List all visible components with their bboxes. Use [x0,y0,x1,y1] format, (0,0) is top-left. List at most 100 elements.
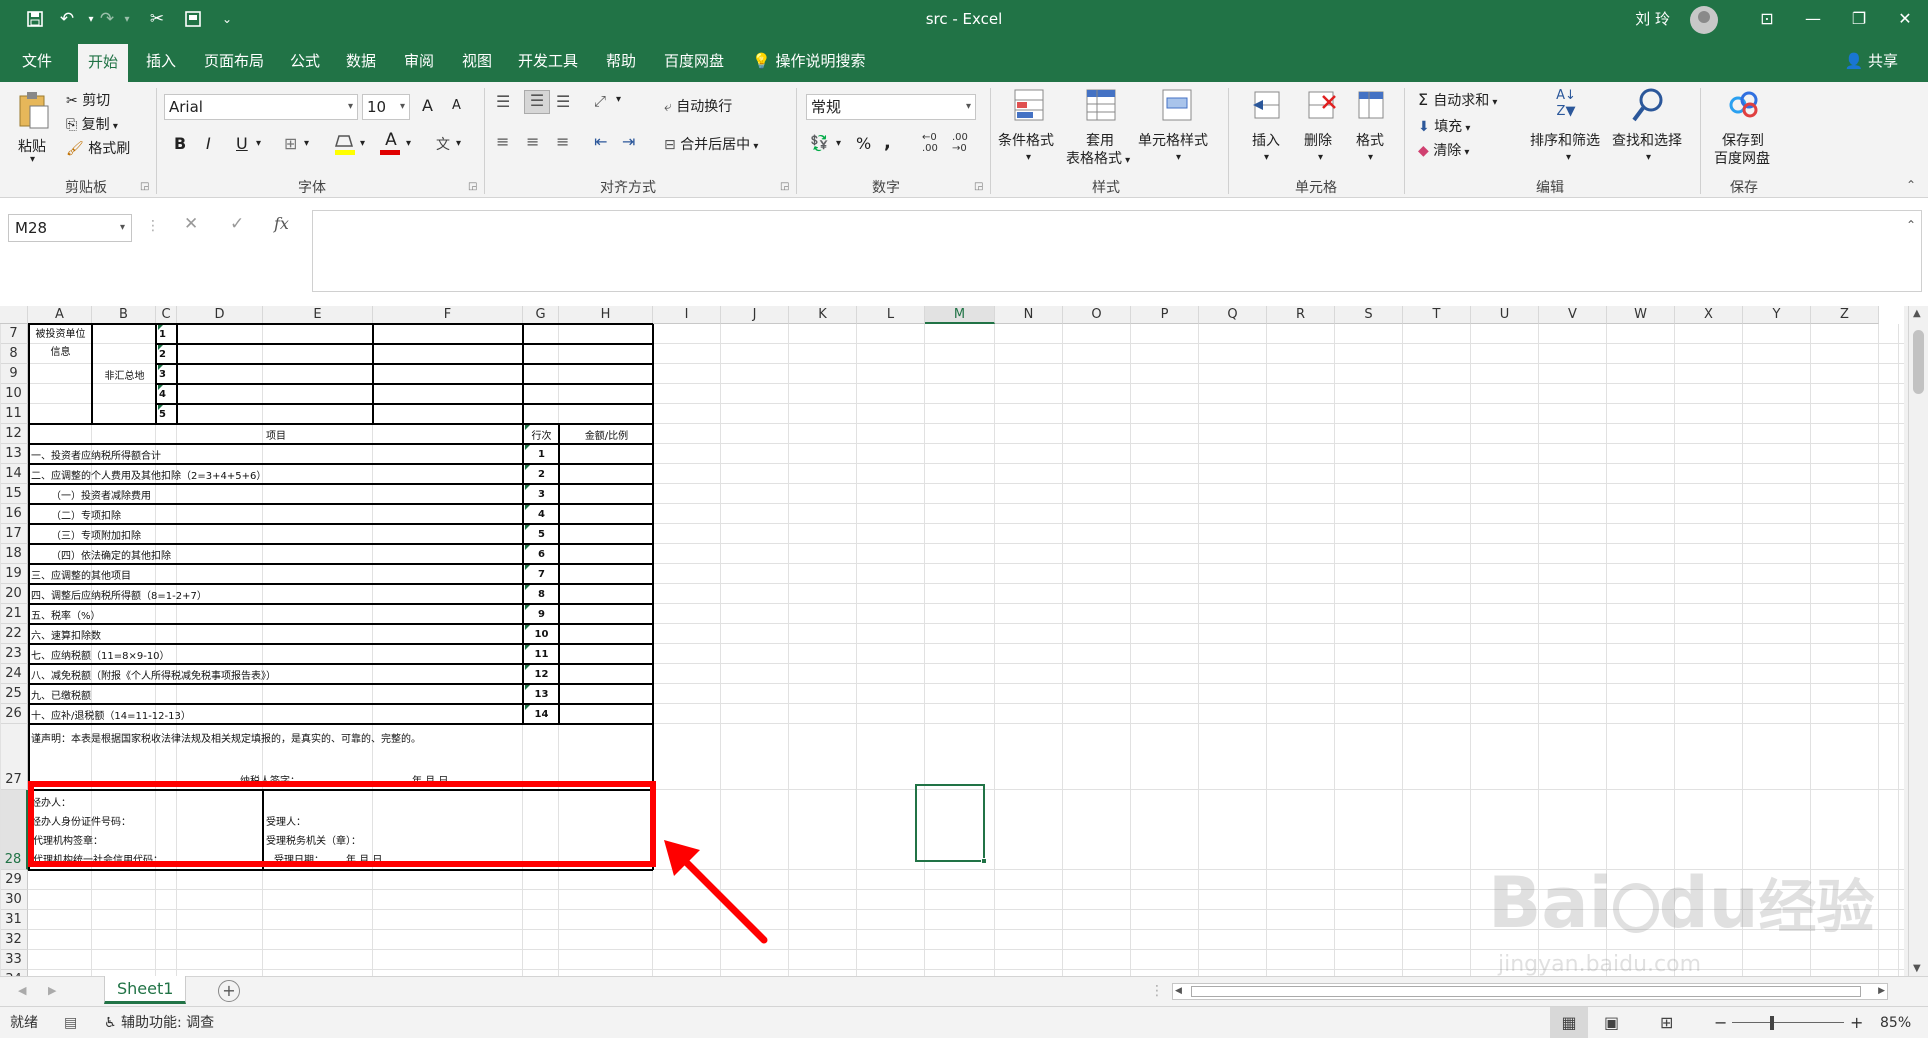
phonetic-icon[interactable]: 文 [436,134,450,154]
merge-center-button[interactable]: ⊟ 合并后居中 ▾ [664,134,758,154]
accessibility-status[interactable]: ♿ 辅助功能: 调查 [104,1007,214,1038]
zoom-out-icon[interactable]: − [1714,1007,1727,1038]
row-header-30[interactable]: 30 [0,890,28,910]
format-cells-icon[interactable] [1354,88,1388,126]
baidu-netdisk-icon[interactable] [1726,88,1762,124]
align-middle-icon[interactable]: ☰ [524,90,550,114]
fill-button[interactable]: ⬇ 填充 ▾ [1418,116,1470,136]
page-layout-view-icon[interactable]: ▣ [1604,1007,1619,1038]
horizontal-scroll-thumb[interactable] [1191,986,1861,997]
align-bottom-icon[interactable]: ☰ [556,92,570,111]
expand-formula-bar-icon[interactable]: ⌃ [1906,218,1916,232]
insert-cells-button[interactable]: 插入 [1252,130,1280,150]
ribbon-display-icon[interactable]: ⊡ [1744,0,1790,38]
tab-page-layout[interactable]: 页面布局 [194,46,274,76]
clipboard-launcher-icon[interactable]: ◲ [140,181,149,192]
percent-button[interactable]: % [856,134,871,153]
user-name[interactable]: 刘 玲 [1635,0,1670,38]
number-format-combobox[interactable]: 常规 ▾ [806,94,976,120]
worksheet-grid[interactable]: ABCDEFGHIJKLMNOPQRSTUVWXYZ 7 8 9 10 11 12 13 14… [0,306,1908,976]
tab-file[interactable]: 文件 [12,46,62,76]
currency-icon[interactable]: 💱 [810,134,829,152]
tab-view[interactable]: 视图 [452,46,502,76]
find-select-icon[interactable] [1630,86,1666,126]
sort-filter-icon[interactable]: A↓ Z▼ [1548,88,1584,126]
column-header-k[interactable]: K [789,306,857,324]
autosum-button[interactable]: Σ 自动求和 ▾ [1418,90,1497,110]
insert-cells-icon[interactable] [1250,88,1284,126]
row-header-33[interactable]: 33 [0,950,28,970]
currency-dropdown-icon[interactable]: ▾ [836,138,841,149]
vertical-scroll-thumb[interactable] [1913,330,1924,394]
column-header-e[interactable]: E [263,306,373,324]
column-header-a[interactable]: A [28,306,92,324]
column-header-p[interactable]: P [1131,306,1199,324]
paste-icon[interactable] [14,90,54,134]
zoom-slider-thumb[interactable] [1770,1016,1774,1030]
column-header-q[interactable]: Q [1199,306,1267,324]
column-header-v[interactable]: V [1539,306,1607,324]
column-header-u[interactable]: U [1471,306,1539,324]
comma-style-button[interactable]: , [884,132,891,153]
row-header-8[interactable]: 8 [0,344,28,364]
underline-button[interactable]: U [236,134,248,153]
format-painter-button[interactable]: 🖌 格式刷 [66,138,130,158]
scroll-right-icon[interactable]: ▶ [1878,984,1885,999]
select-all-corner[interactable] [0,306,28,324]
avatar[interactable] [1690,6,1718,34]
column-header-s[interactable]: S [1335,306,1403,324]
column-header-d[interactable]: D [177,306,263,324]
paste-dropdown-icon[interactable]: ▾ [30,154,35,165]
column-header-o[interactable]: O [1063,306,1131,324]
add-sheet-icon[interactable]: + [218,980,240,1002]
zoom-level[interactable]: 85% [1880,1007,1911,1038]
row-header-24[interactable]: 24 [0,664,28,684]
wrap-text-button[interactable]: ⤶ 自动换行 [664,96,732,116]
format-cells-dropdown-icon[interactable]: ▾ [1368,152,1373,163]
page-break-view-icon[interactable]: ⊞ [1660,1007,1673,1038]
orientation-dropdown-icon[interactable]: ▾ [616,94,621,105]
font-launcher-icon[interactable]: ◲ [468,181,477,192]
tab-developer[interactable]: 开发工具 [508,46,588,76]
column-header-m[interactable]: M [925,306,995,324]
italic-button[interactable]: I [206,134,211,153]
conditional-formatting-icon[interactable] [1012,88,1048,126]
column-header-l[interactable]: L [857,306,925,324]
delete-cells-icon[interactable] [1304,88,1338,126]
row-header-12[interactable]: 12 [0,424,28,444]
row-header-28[interactable]: 28 [0,790,28,870]
decrease-indent-icon[interactable]: ⇤ [594,132,607,151]
row-header-9[interactable]: 9 [0,364,28,384]
cell-styles-icon[interactable] [1160,88,1196,126]
row-header-25[interactable]: 25 [0,684,28,704]
font-color-icon[interactable]: A [380,130,402,158]
tab-home[interactable]: 开始 [78,44,129,82]
row-header-15[interactable]: 15 [0,484,28,504]
row-header-31[interactable]: 31 [0,910,28,930]
column-header-x[interactable]: X [1675,306,1743,324]
column-header-y[interactable]: Y [1743,306,1811,324]
borders-icon[interactable]: ⊞ [284,134,297,153]
row-header-14[interactable]: 14 [0,464,28,484]
font-name-combobox[interactable]: Arial ▾ [164,94,358,120]
sheet-tab-sheet1[interactable]: Sheet1 [104,976,187,1004]
shrink-font-button[interactable]: A [452,98,461,113]
fill-handle[interactable] [981,858,987,864]
column-header-f[interactable]: F [373,306,523,324]
orientation-icon[interactable]: ⤢ [594,92,606,110]
delete-cells-button[interactable]: 删除 [1304,130,1332,150]
row-header-22[interactable]: 22 [0,624,28,644]
restore-icon[interactable]: ❐ [1836,0,1882,38]
fill-color-dropdown-icon[interactable]: ▾ [360,138,365,149]
format-as-table-icon[interactable] [1084,88,1120,126]
column-header-h[interactable]: H [559,306,653,324]
align-center-icon[interactable]: ≡ [526,132,539,151]
tab-review[interactable]: 审阅 [394,46,444,76]
minimize-icon[interactable]: — [1790,0,1836,38]
normal-view-icon[interactable]: ▦ [1550,1007,1588,1038]
tab-formulas[interactable]: 公式 [280,46,330,76]
font-color-dropdown-icon[interactable]: ▾ [406,138,411,149]
align-right-icon[interactable]: ≡ [556,132,569,151]
increase-indent-icon[interactable]: ⇥ [622,132,635,151]
row-header-7[interactable]: 7 [0,324,28,344]
